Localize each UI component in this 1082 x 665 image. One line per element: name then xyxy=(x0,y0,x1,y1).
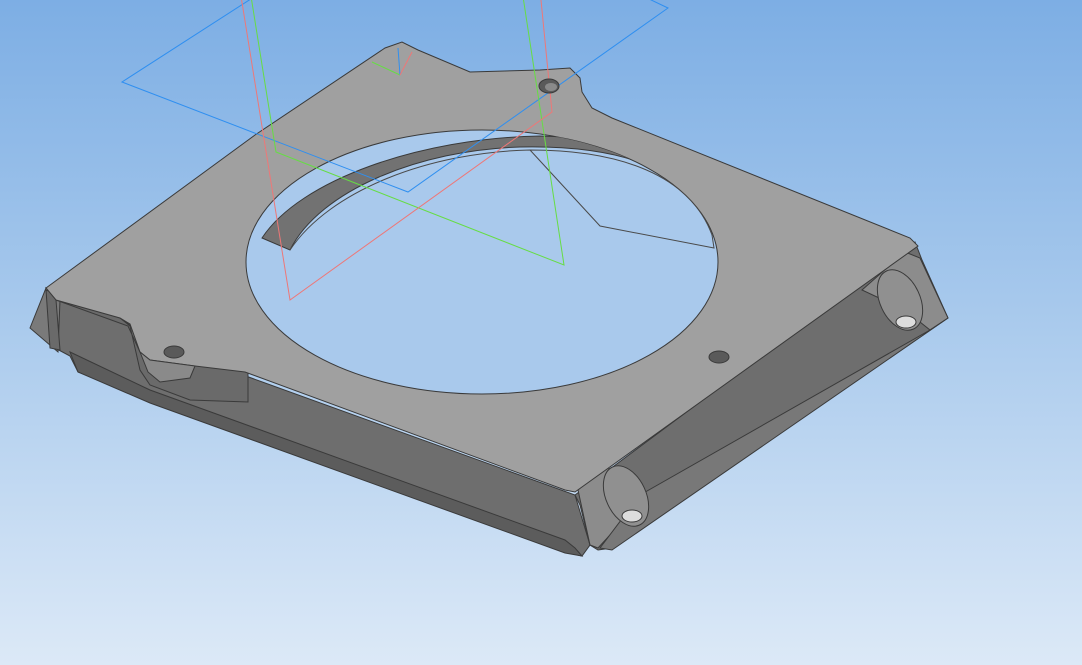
hole-top-inner xyxy=(545,83,557,91)
3d-viewport[interactable] xyxy=(0,0,1082,665)
hole-left[interactable] xyxy=(163,345,185,359)
counterbore-upper-hole xyxy=(895,315,917,329)
circular-cutout[interactable] xyxy=(245,129,719,395)
model-scene[interactable] xyxy=(0,0,1082,665)
hole-right[interactable] xyxy=(708,350,730,364)
cutout-opening xyxy=(245,129,719,395)
counterbore-lower-hole xyxy=(621,509,643,523)
